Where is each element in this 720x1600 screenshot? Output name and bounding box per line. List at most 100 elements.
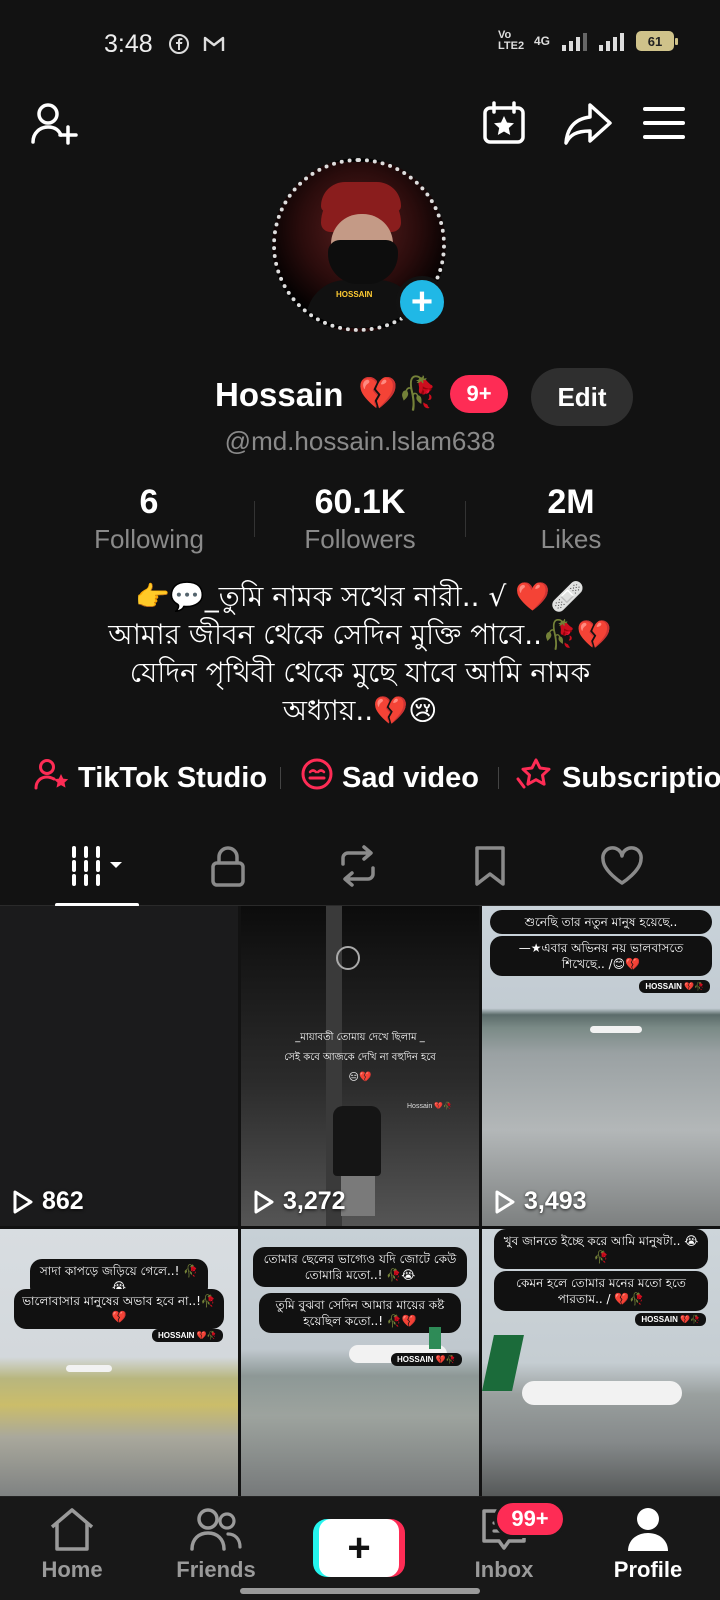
gmail-icon <box>202 33 225 55</box>
video-caption: খুব জানতে ইচ্ছে করে আমি মানুষটা.. 😭🥀 <box>494 1229 708 1269</box>
video-caption: 😑💔 <box>348 1072 372 1083</box>
lock-icon <box>208 844 248 893</box>
nav-profile[interactable]: Profile <box>588 1497 708 1600</box>
video-thumbnail[interactable]: শুনেছি তার নতুন মানুষ হয়েছে.. —★এবার অভ… <box>482 906 720 1226</box>
airplane-shape <box>66 1365 112 1372</box>
view-count: 3,272 <box>253 1187 346 1216</box>
video-watermark: HOSSAIN 💔🥀 <box>152 1329 223 1342</box>
video-caption: ভালোবাসার মানুষের অভাব হবে না..!🥀💔 <box>14 1289 224 1329</box>
view-count: 862 <box>12 1187 84 1216</box>
divider <box>498 767 499 789</box>
video-caption: তোমার ছেলের ভাগ্যেও যদি জোটে কেউ তোমারি … <box>253 1247 467 1287</box>
content-tabs <box>0 830 720 907</box>
add-avatar-button[interactable]: + <box>396 276 448 328</box>
video-watermark: HOSSAIN 💔🥀 <box>639 980 710 993</box>
view-count-text: 3,272 <box>283 1187 346 1215</box>
video-caption: —★এবার অভিনয় নয় ভালবাসতে শিখেছে.. /😊💔 <box>490 936 712 976</box>
inbox-badge: 99+ <box>494 1500 566 1538</box>
bio-line: যেদিন পৃথিবী থেকে মুছে যাবে আমি নামক <box>129 656 591 689</box>
tab-private[interactable] <box>168 830 288 906</box>
play-icon <box>254 1190 274 1213</box>
video-watermark: Hossain 💔🥀 <box>407 1103 452 1110</box>
profile-bio: 👉💬_তুমি নামক সখের নারী.. √ ❤️🩹 আমার জীবন… <box>40 578 680 730</box>
tab-saved[interactable] <box>430 830 550 906</box>
avatar-tag: HOSSAIN <box>336 290 373 299</box>
video-thumbnail[interactable]: 862 <box>0 906 238 1226</box>
network-type: 4G <box>533 34 550 48</box>
status-right: Vo LTE2 4G 61 <box>498 30 678 52</box>
video-thumbnail[interactable]: _মায়াবতী তোমায় দেখে ছিলাম _ সেই কবে আজ… <box>241 906 479 1226</box>
nav-home[interactable]: Home <box>12 1497 132 1600</box>
profile-icon <box>588 1497 708 1553</box>
bottom-navigation: Home Friends + Inbox Profile <box>0 1496 720 1600</box>
subscription-link[interactable]: Subscriptio <box>516 755 720 801</box>
add-friend-icon[interactable] <box>26 95 82 151</box>
profile-avatar[interactable]: HOSSAIN + <box>272 158 448 332</box>
link-label: TikTok Studio <box>78 761 268 794</box>
heart-icon <box>600 845 644 891</box>
grid-icon <box>68 844 132 893</box>
tab-liked[interactable] <box>562 830 682 906</box>
stat-likes[interactable]: 2M Likes <box>471 483 671 555</box>
repost-icon <box>335 844 381 893</box>
link-label: Sad video <box>342 761 479 794</box>
nav-friends[interactable]: Friends <box>156 1497 276 1600</box>
stat-value: 6 <box>139 483 159 521</box>
plus-icon: + <box>319 1519 399 1577</box>
bio-line: অধ্যায়..💔😢 <box>282 694 438 727</box>
bookmark-icon <box>472 844 508 893</box>
battery-icon: 61 <box>636 31 678 51</box>
tab-videos[interactable] <box>40 830 160 907</box>
play-icon <box>495 1190 515 1213</box>
video-thumbnail[interactable]: তোমার ছেলের ভাগ্যেও যদি জোটে কেউ তোমারি … <box>241 1229 479 1496</box>
edit-profile-button[interactable]: Edit <box>531 368 633 426</box>
video-watermark: HOSSAIN 💔🥀 <box>635 1313 706 1326</box>
nav-label: Profile <box>613 1557 683 1582</box>
nav-label: Inbox <box>474 1557 534 1582</box>
sad-video-link[interactable]: Sad video <box>300 755 479 801</box>
stat-label: Followers <box>304 524 416 554</box>
view-count-text: 3,493 <box>524 1187 587 1215</box>
bio-line: 👉💬_তুমি নামক সখের নারী.. √ ❤️🩹 <box>135 580 585 613</box>
view-count-text: 862 <box>42 1187 84 1215</box>
video-thumbnail[interactable]: সাদা কাপড়ে জড়িয়ে গেলে..! 🥀😭 ভালোবাসার… <box>0 1229 238 1496</box>
stat-value: 2M <box>547 483 595 521</box>
friends-icon <box>156 1497 276 1553</box>
nav-label: Home <box>41 1557 103 1582</box>
stat-followers[interactable]: 60.1K Followers <box>260 483 460 555</box>
share-icon[interactable] <box>560 95 616 151</box>
view-count: 3,493 <box>494 1187 587 1216</box>
video-grid: 862 _মায়াবতী তোমায় দেখে ছিলাম _ সেই কব… <box>0 906 720 1496</box>
facebook-icon <box>168 33 190 55</box>
status-time: 3:48 <box>104 30 153 58</box>
star-hand-icon <box>516 757 554 799</box>
menu-icon[interactable] <box>636 95 692 151</box>
bio-line: আমার জীবন থেকে সেদিন মুক্তি পাবে..🥀💔 <box>108 618 612 651</box>
stat-value: 60.1K <box>314 483 406 521</box>
profile-stats: 6 Following 60.1K Followers 2M Likes <box>0 483 720 563</box>
video-watermark: HOSSAIN 💔🥀 <box>391 1353 462 1366</box>
airplane-shape <box>522 1381 682 1405</box>
nav-label: Friends <box>176 1557 256 1582</box>
profile-top-bar <box>0 95 720 155</box>
video-thumbnail[interactable]: খুব জানতে ইচ্ছে করে আমি মানুষটা.. 😭🥀 কেম… <box>482 1229 720 1496</box>
notification-badge[interactable]: 9+ <box>450 375 508 413</box>
profile-name: Hossain <box>215 376 344 413</box>
tiktok-studio-link[interactable]: TikTok Studio <box>34 755 267 801</box>
video-caption: শুনেছি তার নতুন মানুষ হয়েছে.. <box>490 910 712 934</box>
divider <box>280 767 281 789</box>
stat-following[interactable]: 6 Following <box>49 483 249 555</box>
name-emoji: 💔🥀 <box>358 375 438 411</box>
create-button[interactable]: + <box>313 1519 405 1577</box>
tab-reposts[interactable] <box>298 830 418 906</box>
user-star-icon <box>34 757 70 799</box>
signal-icon-2 <box>599 31 624 51</box>
home-indicator <box>240 1588 480 1594</box>
status-bar: 3:48 Vo LTE2 4G 61 <box>0 0 720 90</box>
play-icon <box>13 1190 33 1213</box>
profile-handle: @md.hossain.lslam638 <box>224 426 496 456</box>
home-icon <box>12 1497 132 1553</box>
profile-links-row: TikTok Studio Sad video Subscriptio <box>0 755 720 801</box>
calendar-star-icon[interactable] <box>476 95 532 151</box>
video-caption: _মায়াবতী তোমায় দেখে ছিলাম _ <box>295 1032 425 1043</box>
